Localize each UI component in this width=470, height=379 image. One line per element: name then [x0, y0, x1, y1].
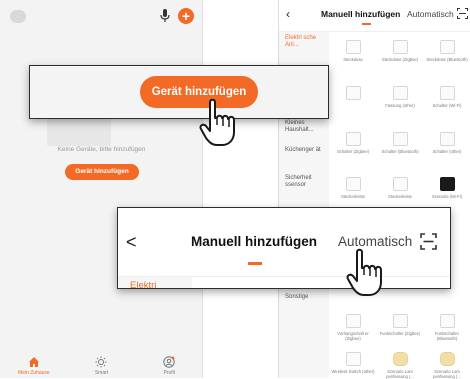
home-screen: + Keine Geräte, bitte hinzufügen Gerät h… [0, 0, 203, 378]
sun-icon [95, 356, 107, 368]
scenario-icon [439, 177, 455, 191]
callout-sidebar: Elektri [118, 277, 192, 288]
device-tile[interactable]: Fassung (other) [378, 86, 422, 108]
callout-category-strip: Elektri [118, 276, 450, 288]
wireless-switch-icon [392, 314, 408, 328]
scan-icon[interactable] [457, 8, 468, 19]
device-tile[interactable]: Steckerleiste [331, 177, 375, 199]
add-device-button[interactable]: Gerät hinzufügen [65, 164, 139, 180]
lamp-icon [439, 352, 455, 366]
device-label: Steckerleiste [341, 194, 365, 199]
manual-add-header: ‹ Manuell hinzufügen Automatisch [279, 0, 470, 32]
socket-icon [392, 86, 408, 100]
nav-label-home: Mein Zuhause [17, 370, 50, 376]
microphone-icon[interactable] [160, 9, 170, 23]
device-label: Schalter (Bluetooth) [381, 149, 419, 154]
category-electrical[interactable]: Elektri sche Anl... [285, 35, 329, 49]
active-tab-indicator [362, 23, 371, 25]
socket-icon [439, 40, 455, 54]
device-tile[interactable]: Schalter (Zigbee) [331, 132, 375, 154]
device-label: Steckdose (Bluetooth) [426, 57, 468, 62]
device-tile[interactable]: Steckdose (Zigbee) [378, 40, 422, 62]
nav-item-smart[interactable]: Smart [76, 356, 126, 376]
device-tile[interactable]: Vorhangschalt er (Zigbee) [331, 314, 375, 341]
wireless-switch-icon [439, 314, 455, 328]
curtain-switch-icon [345, 314, 361, 328]
switch-icon [439, 86, 455, 100]
profile-icon [163, 356, 175, 368]
device-tile[interactable]: Steckdose (Bluetooth) [425, 40, 469, 62]
device-label: Steckerleiste [388, 194, 412, 199]
device-label: Schalter (Wi-Fi) [432, 103, 462, 108]
power-strip-icon [392, 177, 408, 191]
category-small-appliances[interactable]: Kleines Haushalt... [285, 120, 329, 134]
device-tile[interactable]: Funkschalter (Bluetooth) [425, 314, 469, 341]
device-tile[interactable]: Schalter (other) [425, 132, 469, 154]
device-tile[interactable]: Steckdose [331, 40, 375, 62]
home-icon [28, 357, 39, 367]
callout-add-device: Gerät hinzufügen [29, 65, 329, 119]
device-tile[interactable]: Wireless Switch (other) [331, 352, 375, 374]
tab-manual-zoomed[interactable]: Manuell hinzufügen [191, 234, 317, 249]
home-top-bar: + [0, 0, 203, 36]
switch-icon [345, 132, 361, 146]
callout-manual-add: < Manuell hinzufügen Automatisch Elektri [117, 207, 451, 289]
device-tile[interactable]: Steckerleiste [378, 177, 422, 199]
device-label: Schalter (Zigbee) [336, 149, 370, 154]
device-label: Vorhangschalt er (Zigbee) [337, 331, 369, 341]
nav-label-profile: Profil [163, 370, 175, 376]
active-tab-indicator [248, 262, 262, 265]
device-tile[interactable]: Szenario (Wi-Fi) [425, 177, 469, 199]
device-tile[interactable]: Funkschalter (Zigbee) [378, 314, 422, 336]
bottom-navigation: Mein Zuhause Smart Profil [0, 356, 203, 378]
device-label: Steckdose (Zigbee) [381, 57, 419, 62]
device-tile[interactable]: Schalter (Wi-Fi) [425, 86, 469, 108]
device-label: Schalter (other) [432, 149, 462, 154]
tab-automatic-zoomed[interactable]: Automatisch [338, 234, 412, 249]
device-tile[interactable]: Szenario Lam penfassung (... [378, 352, 422, 379]
device-label: Fassung (other) [385, 103, 415, 108]
manual-add-screen: ‹ Manuell hinzufügen Automatisch Elektri… [278, 0, 470, 379]
nav-item-home[interactable]: Mein Zuhause [9, 356, 59, 376]
add-device-plus-button[interactable]: + [178, 8, 194, 24]
home-switch-avatar[interactable] [10, 10, 26, 23]
device-label: Funkschalter (Bluetooth) [435, 331, 459, 341]
category-other[interactable]: Sonstige [285, 294, 329, 301]
category-kitchen[interactable]: Küchenger ät [285, 147, 329, 154]
switch-icon [439, 132, 455, 146]
back-button[interactable]: ‹ [286, 7, 290, 21]
switch-icon [392, 132, 408, 146]
scan-icon[interactable] [420, 233, 437, 250]
socket-icon [392, 40, 408, 54]
nav-label-smart: Smart [94, 370, 109, 376]
empty-state-message: Keine Geräte, bitte hinzufügen [57, 146, 146, 153]
pointing-hand-icon [199, 98, 235, 146]
wireless-switch-icon [345, 352, 361, 366]
category-security-sensor[interactable]: Sicherheit ssensor [285, 175, 329, 189]
tab-automatic[interactable]: Automatisch [407, 9, 454, 19]
power-strip-icon [345, 177, 361, 191]
device-label: Funkschalter (Zigbee) [379, 331, 421, 336]
device-label: Steckdose [343, 57, 363, 62]
device-tile[interactable] [331, 86, 375, 103]
socket-icon [345, 40, 361, 54]
pointing-hand-icon [346, 248, 382, 296]
nav-item-profile[interactable]: Profil [144, 356, 194, 376]
tab-manual[interactable]: Manuell hinzufügen [321, 9, 400, 19]
back-button-zoomed[interactable]: < [126, 232, 137, 253]
device-illustration [47, 116, 111, 146]
device-tile[interactable]: Schalter (Bluetooth) [378, 132, 422, 154]
device-label: Wireless Switch (other) [331, 369, 375, 374]
lamp-icon [392, 352, 408, 366]
device-tile[interactable]: Szenario Lam penfassung (... [425, 352, 469, 379]
device-grid: Steckdose Steckdose (Zigbee) Steckdose (… [329, 32, 470, 379]
device-label: Szenario (Wi-Fi) [431, 194, 463, 199]
category-electrical-zoomed[interactable]: Elektri [130, 280, 156, 288]
socket-icon [345, 86, 361, 100]
